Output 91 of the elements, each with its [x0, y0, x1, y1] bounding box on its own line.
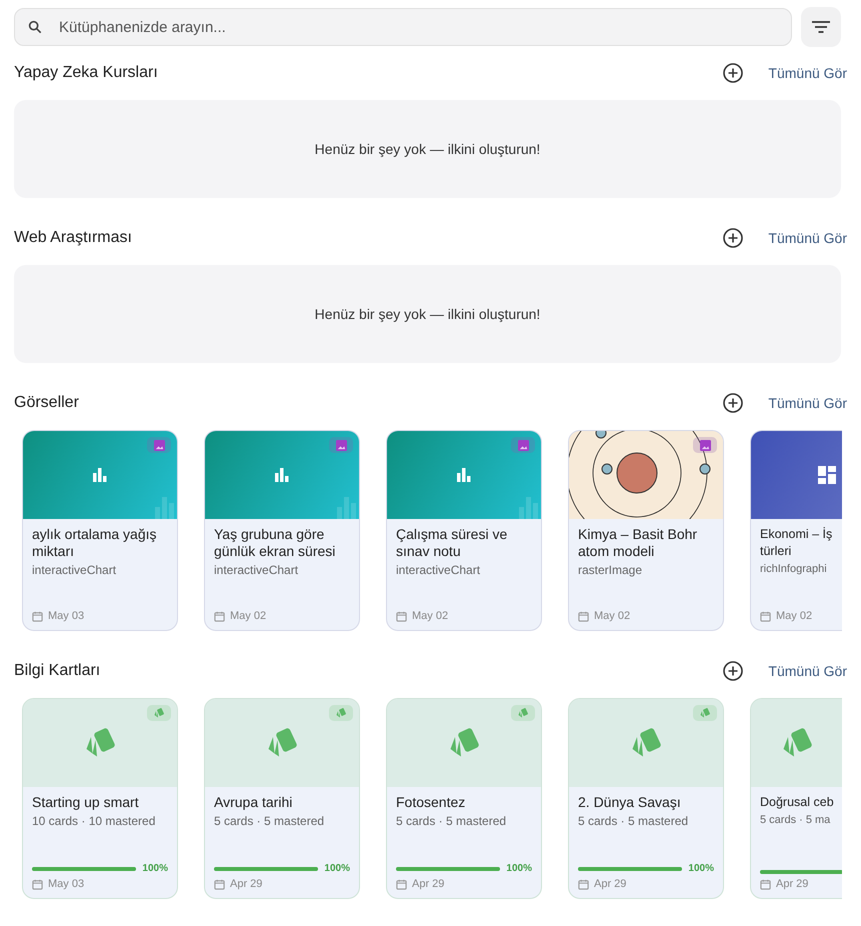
card-title: Ekonomi – İş türleri [760, 526, 834, 560]
filter-button[interactable] [801, 7, 841, 47]
search-bar[interactable]: Kütüphanenizde arayın... [14, 8, 792, 46]
library-card[interactable]: Doğrusal ceb 5 cards · 5 ma Apr 29 [750, 698, 842, 899]
add-icon [722, 227, 744, 249]
add-button[interactable] [722, 660, 744, 682]
card-title: aylık ortalama yağış miktarı [32, 526, 158, 560]
card-date: May 02 [230, 610, 266, 622]
calendar-icon [578, 878, 589, 890]
card-date: Apr 29 [412, 878, 444, 890]
bar-chart-icon [93, 468, 107, 482]
add-icon [722, 660, 744, 682]
library-card[interactable]: Starting up smart 10 cards · 10 mastered 100% May 03 [22, 698, 178, 899]
progress-percent: 100% [688, 863, 714, 874]
search-icon [27, 19, 43, 35]
see-all-link[interactable]: Tümünü Gör [768, 65, 847, 81]
card-subtitle: 5 cards · 5 mastered [578, 814, 690, 828]
section-title: Web Araştırması [14, 229, 133, 247]
card-date: May 02 [776, 610, 812, 622]
image-icon [518, 440, 528, 450]
card-subtitle: richInfographi [760, 563, 828, 575]
cards-icon [335, 707, 347, 719]
cards-icon [699, 707, 711, 719]
search-field[interactable]: Kütüphanenizde arayın... [57, 18, 779, 36]
card-subtitle: interactiveChart [214, 563, 300, 577]
cards-icon [153, 707, 165, 719]
filter-icon [812, 21, 830, 33]
bars-drawing [155, 497, 175, 519]
card-date: Apr 29 [776, 878, 808, 890]
dashboard-icon [818, 466, 836, 484]
progress-percent: 100% [142, 863, 168, 874]
library-card[interactable]: Avrupa tarihi 5 cards · 5 mastered 100% Apr 29 [204, 698, 360, 899]
calendar-icon [32, 878, 43, 890]
cards-icon [517, 707, 529, 719]
card-date: May 02 [412, 610, 448, 622]
empty-message: Henüz bir şey yok — ilkini oluşturun! [314, 306, 540, 322]
calendar-icon [214, 878, 225, 890]
calendar-icon [578, 610, 589, 622]
progress-percent: 100% [506, 863, 532, 874]
section-title: Yapay Zeka Kursları [14, 64, 159, 82]
library-card[interactable]: Yaş grubuna göre günlük ekran süresi interactiveChart May 02 [204, 430, 360, 631]
library-card[interactable]: 2. Dünya Savaşı 5 cards · 5 mastered 100% Apr 29 [568, 698, 724, 899]
see-all-link[interactable]: Tümünü Gör [768, 230, 847, 246]
bar-chart-icon [275, 468, 289, 482]
progress-percent: 100% [324, 863, 350, 874]
library-card[interactable]: aylık ortalama yağış miktarı interactiveChart May 03 [22, 430, 178, 631]
calendar-icon [32, 610, 43, 622]
calendar-icon [396, 610, 407, 622]
card-title: Avrupa tarihi [214, 794, 294, 811]
add-icon [722, 62, 744, 84]
card-title: Doğrusal ceb [760, 794, 835, 811]
calendar-icon [214, 610, 225, 622]
section-title: Görseller [14, 394, 80, 412]
card-date: May 03 [48, 878, 84, 890]
see-all-link[interactable]: Tümünü Gör [768, 663, 847, 679]
card-title: Starting up smart [32, 794, 140, 811]
calendar-icon [396, 878, 407, 890]
card-subtitle: 5 cards · 5 mastered [396, 814, 508, 828]
library-card[interactable]: Çalışma süresi ve sınav notu interactiveChart May 02 [386, 430, 542, 631]
card-subtitle: 5 cards · 5 ma [760, 814, 832, 826]
add-icon [722, 392, 744, 414]
add-button[interactable] [722, 62, 744, 84]
calendar-icon [760, 878, 771, 890]
card-date: Apr 29 [230, 878, 262, 890]
card-date: Apr 29 [594, 878, 626, 890]
card-title: Çalışma süresi ve sınav notu [396, 526, 508, 560]
image-icon [154, 440, 164, 450]
add-button[interactable] [722, 392, 744, 414]
image-icon [336, 440, 346, 450]
library-card[interactable]: Kimya – Basit Bohr atom modeli rasterImage May 02 [568, 430, 724, 631]
library-card[interactable]: Fotosentez 5 cards · 5 mastered 100% Apr 29 [386, 698, 542, 899]
card-subtitle: interactiveChart [396, 563, 482, 577]
add-button[interactable] [722, 227, 744, 249]
card-date: May 03 [48, 610, 84, 622]
empty-message: Henüz bir şey yok — ilkini oluşturun! [314, 141, 540, 157]
card-subtitle: 10 cards · 10 mastered [32, 814, 156, 828]
bars-drawing [337, 497, 357, 519]
calendar-icon [760, 610, 771, 622]
card-title: Fotosentez [396, 794, 466, 811]
card-date: May 02 [594, 610, 630, 622]
section-title: Bilgi Kartları [14, 662, 102, 680]
card-title: Kimya – Basit Bohr atom modeli [578, 526, 698, 560]
card-title: Yaş grubuna göre günlük ekran süresi [214, 526, 336, 560]
card-title: 2. Dünya Savaşı [578, 794, 682, 811]
card-subtitle: 5 cards · 5 mastered [214, 814, 326, 828]
card-subtitle: rasterImage [578, 563, 644, 577]
bar-chart-icon [457, 468, 471, 482]
see-all-link[interactable]: Tümünü Gör [768, 395, 847, 411]
bars-drawing [519, 497, 539, 519]
library-card[interactable]: Ekonomi – İş türleri richInfographi May 02 [750, 430, 842, 631]
card-subtitle: interactiveChart [32, 563, 118, 577]
